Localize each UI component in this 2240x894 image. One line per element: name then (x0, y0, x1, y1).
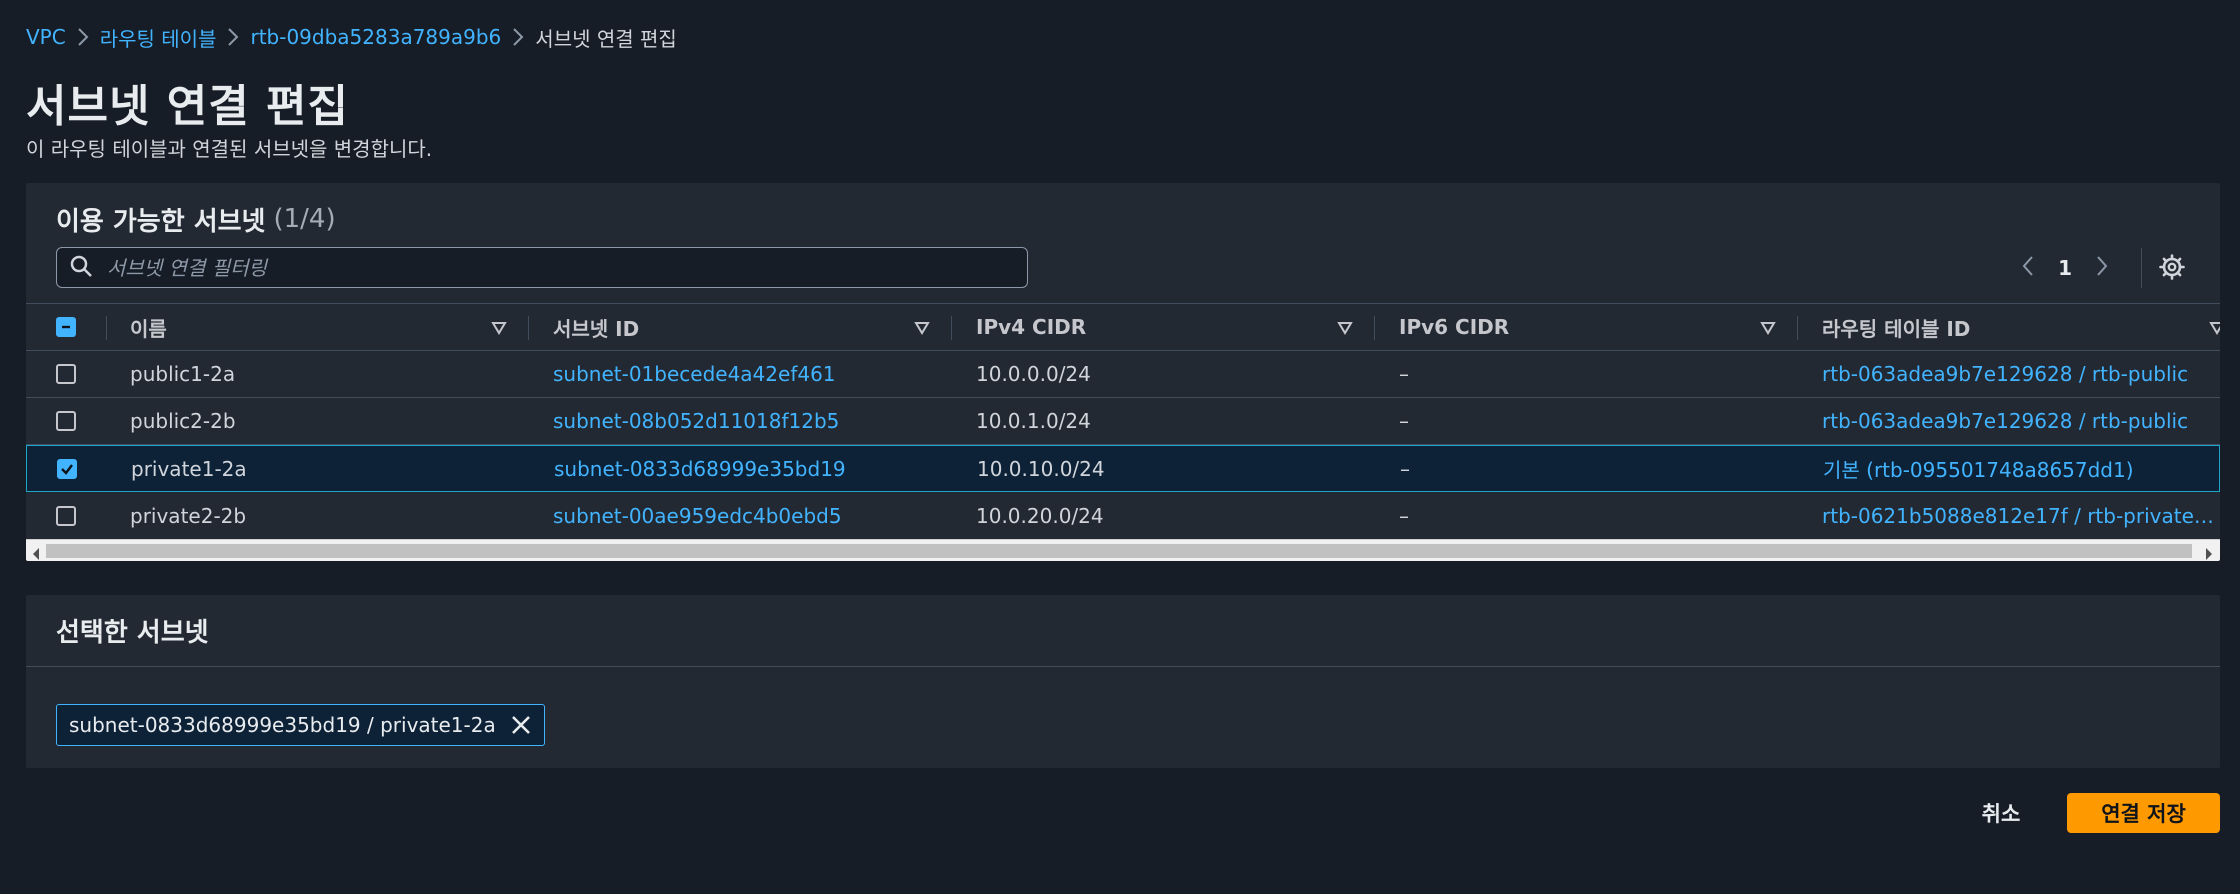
route-table-link[interactable]: rtb-0621b5088e812e17f / rtb-private… (1822, 492, 2220, 539)
breadcrumb-route-tables-link[interactable]: 라우팅 테이블 (100, 23, 217, 52)
sort-caret-icon[interactable] (2208, 318, 2220, 336)
select-all-checkbox[interactable] (56, 317, 76, 337)
ipv4-cidr: 10.0.0.0/24 (976, 362, 1091, 386)
row-select[interactable] (27, 446, 107, 491)
ipv4-cidr: 10.0.20.0/24 (976, 503, 1104, 528)
row-select[interactable] (26, 398, 106, 444)
subnet-name: public2-2b (130, 409, 236, 433)
subnet-name: private2-2b (130, 503, 247, 528)
column-header-ipv6-cidr[interactable]: IPv6 CIDR (1399, 304, 1819, 350)
available-subnets-header: 이용 가능한 서브넷 (1/4) (56, 201, 336, 237)
subnets-table: 이름 서브넷 ID IPv4 CIDR IPv6 CIDR 라우팅 테이블 ID… (26, 303, 2220, 539)
sort-caret-icon[interactable] (913, 318, 931, 336)
scroll-right-arrow-icon[interactable] (2204, 545, 2214, 560)
save-associations-button[interactable]: 연결 저장 (2067, 793, 2220, 833)
ipv4-cidr: 10.0.10.0/24 (977, 456, 1105, 481)
table-row[interactable]: private2-2b subnet-00ae959edc4b0ebd5 10.… (26, 492, 2220, 539)
breadcrumb-current: 서브넷 연결 편집 (535, 26, 677, 51)
row-checkbox[interactable] (56, 411, 76, 431)
page-title: 서브넷 연결 편집 (26, 81, 349, 132)
route-table-link[interactable]: rtb-063adea9b7e129628 / rtb-public (1822, 351, 2220, 397)
ipv6-cidr: – (1399, 409, 1409, 433)
close-icon[interactable] (508, 712, 534, 738)
horizontal-scrollbar[interactable] (26, 539, 2220, 561)
subnet-name: public1-2a (130, 362, 236, 386)
column-divider (528, 316, 529, 340)
row-select[interactable] (26, 492, 106, 539)
selection-count: (1/4) (273, 204, 336, 234)
breadcrumb-vpc-link[interactable]: VPC (26, 25, 66, 49)
row-select[interactable] (26, 351, 106, 397)
column-divider (1797, 316, 1798, 340)
breadcrumb-route-table-link[interactable]: rtb-09dba5283a789a9b6 (250, 25, 501, 49)
selected-subnets-title: 선택한 서브넷 (56, 617, 209, 648)
column-divider (951, 316, 952, 340)
row-checkbox-checked[interactable] (57, 458, 77, 479)
subnet-id-link[interactable]: subnet-08b052d11018f12b5 (553, 398, 973, 444)
subnet-id-link[interactable]: subnet-0833d68999e35bd19 (554, 446, 974, 491)
page-number[interactable]: 1 (2058, 256, 2072, 280)
sort-caret-icon[interactable] (1336, 318, 1354, 336)
chevron-right-icon (216, 27, 250, 47)
selected-subnets-panel: 선택한 서브넷 subnet-0833d68999e35bd19 / priva… (26, 595, 2220, 768)
sort-caret-icon[interactable] (490, 318, 508, 336)
row-checkbox[interactable] (56, 505, 76, 526)
ipv6-cidr: – (1400, 456, 1410, 481)
table-row[interactable]: public1-2a subnet-01becede4a42ef461 10.0… (26, 351, 2220, 398)
pagination: 1 (2020, 247, 2110, 288)
table-row[interactable]: public2-2b subnet-08b052d11018f12b5 10.0… (26, 398, 2220, 445)
settings-gear-icon[interactable] (2158, 253, 2186, 281)
available-subnets-panel: 이용 가능한 서브넷 (1/4) 1 (26, 183, 2220, 561)
ipv6-cidr: – (1399, 362, 1409, 386)
breadcrumb: VPC 라우팅 테이블 rtb-09dba5283a789a9b6 서브넷 연결… (26, 22, 677, 52)
sort-caret-icon[interactable] (1759, 318, 1777, 336)
subnet-name: private1-2a (131, 456, 247, 481)
subnet-filter-search[interactable] (56, 247, 1028, 288)
scrollbar-thumb[interactable] (46, 544, 2192, 558)
subnet-id-link[interactable]: subnet-00ae959edc4b0ebd5 (553, 492, 973, 539)
subnet-filter-input[interactable] (107, 255, 1007, 280)
cancel-button[interactable]: 취소 (1966, 793, 2036, 833)
selected-subnet-token: subnet-0833d68999e35bd19 / private1-2a (56, 704, 545, 746)
available-subnets-title: 이용 가능한 서브넷 (56, 206, 266, 237)
row-checkbox[interactable] (56, 364, 76, 384)
page-description: 이 라우팅 테이블과 연결된 서브넷을 변경합니다. (26, 137, 433, 161)
panel-divider (26, 666, 2220, 667)
subnet-id-link[interactable]: subnet-01becede4a42ef461 (553, 351, 973, 397)
previous-page-icon[interactable] (2020, 254, 2036, 282)
chevron-right-icon (501, 27, 535, 47)
token-label: subnet-0833d68999e35bd19 / private1-2a (69, 713, 496, 737)
scroll-left-arrow-icon[interactable] (31, 545, 41, 560)
ipv6-cidr: – (1399, 503, 1409, 528)
next-page-icon[interactable] (2094, 254, 2110, 282)
column-header-ipv4-cidr[interactable]: IPv4 CIDR (976, 304, 1396, 350)
column-header-route-table-id[interactable]: 라우팅 테이블 ID (1822, 304, 2220, 350)
route-table-link[interactable]: 기본 (rtb-095501748a8657dd1) (1823, 446, 2220, 491)
column-header-name[interactable]: 이름 (130, 304, 550, 350)
column-divider (1374, 316, 1375, 340)
pager-divider (2141, 248, 2142, 288)
table-header: 이름 서브넷 ID IPv4 CIDR IPv6 CIDR 라우팅 테이블 ID (26, 303, 2220, 351)
table-row-selected[interactable]: private1-2a subnet-0833d68999e35bd19 10.… (26, 445, 2220, 492)
route-table-link[interactable]: rtb-063adea9b7e129628 / rtb-public (1822, 398, 2220, 444)
ipv4-cidr: 10.0.1.0/24 (976, 409, 1091, 433)
column-divider (106, 316, 107, 340)
column-header-subnet-id[interactable]: 서브넷 ID (553, 304, 973, 350)
chevron-right-icon (66, 27, 100, 47)
header-select-all[interactable] (26, 304, 106, 350)
search-icon (69, 254, 93, 282)
